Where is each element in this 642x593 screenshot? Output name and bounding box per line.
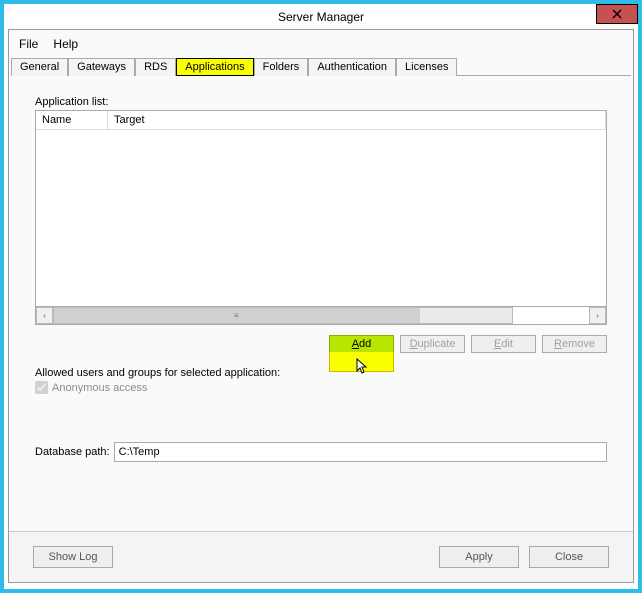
window-title: Server Manager <box>278 10 364 24</box>
menu-help[interactable]: Help <box>47 35 84 53</box>
close-icon[interactable] <box>596 4 638 24</box>
tab-gateways[interactable]: Gateways <box>68 58 135 76</box>
tabstrip: General Gateways RDS Applications Folder… <box>11 57 631 76</box>
app-list-label: Application list: <box>35 96 607 108</box>
list-body[interactable] <box>36 130 606 306</box>
tab-folders[interactable]: Folders <box>254 58 309 76</box>
apply-button[interactable]: Apply <box>439 546 519 568</box>
tab-licenses[interactable]: Licenses <box>396 58 457 76</box>
menubar: File Help <box>9 33 633 55</box>
add-button[interactable]: Add <box>329 335 394 353</box>
database-path-label: Database path: <box>35 446 110 458</box>
tab-authentication[interactable]: Authentication <box>308 58 396 76</box>
scroll-left-icon[interactable]: ‹ <box>36 307 53 324</box>
footer: Show Log Apply Close <box>9 531 633 582</box>
column-target[interactable]: Target <box>108 111 606 129</box>
tab-general[interactable]: General <box>11 58 68 76</box>
database-path-input[interactable] <box>114 442 607 462</box>
tab-applications[interactable]: Applications <box>176 58 253 76</box>
scroll-thumb[interactable]: ≡ <box>54 308 420 323</box>
show-log-button[interactable]: Show Log <box>33 546 113 568</box>
close-button[interactable]: Close <box>529 546 609 568</box>
anonymous-label: Anonymous access <box>52 382 147 394</box>
scroll-right-icon[interactable]: › <box>589 307 606 324</box>
duplicate-button[interactable]: Duplicate <box>400 335 465 353</box>
application-list: Name Target ‹ ≡ › <box>35 110 607 325</box>
remove-button[interactable]: Remove <box>542 335 607 353</box>
horizontal-scrollbar[interactable]: ‹ ≡ › <box>36 306 606 324</box>
scroll-spacer <box>513 307 589 324</box>
scroll-track[interactable]: ≡ <box>53 307 513 324</box>
column-name[interactable]: Name <box>36 111 108 129</box>
edit-button[interactable]: Edit <box>471 335 536 353</box>
menu-file[interactable]: File <box>13 35 44 53</box>
add-button-label: dd <box>359 338 371 350</box>
tab-rds[interactable]: RDS <box>135 58 176 76</box>
titlebar: Server Manager <box>4 4 638 29</box>
allowed-label: Allowed users and groups for selected ap… <box>35 367 607 379</box>
list-header: Name Target <box>36 111 606 130</box>
anonymous-checkbox <box>35 381 48 394</box>
